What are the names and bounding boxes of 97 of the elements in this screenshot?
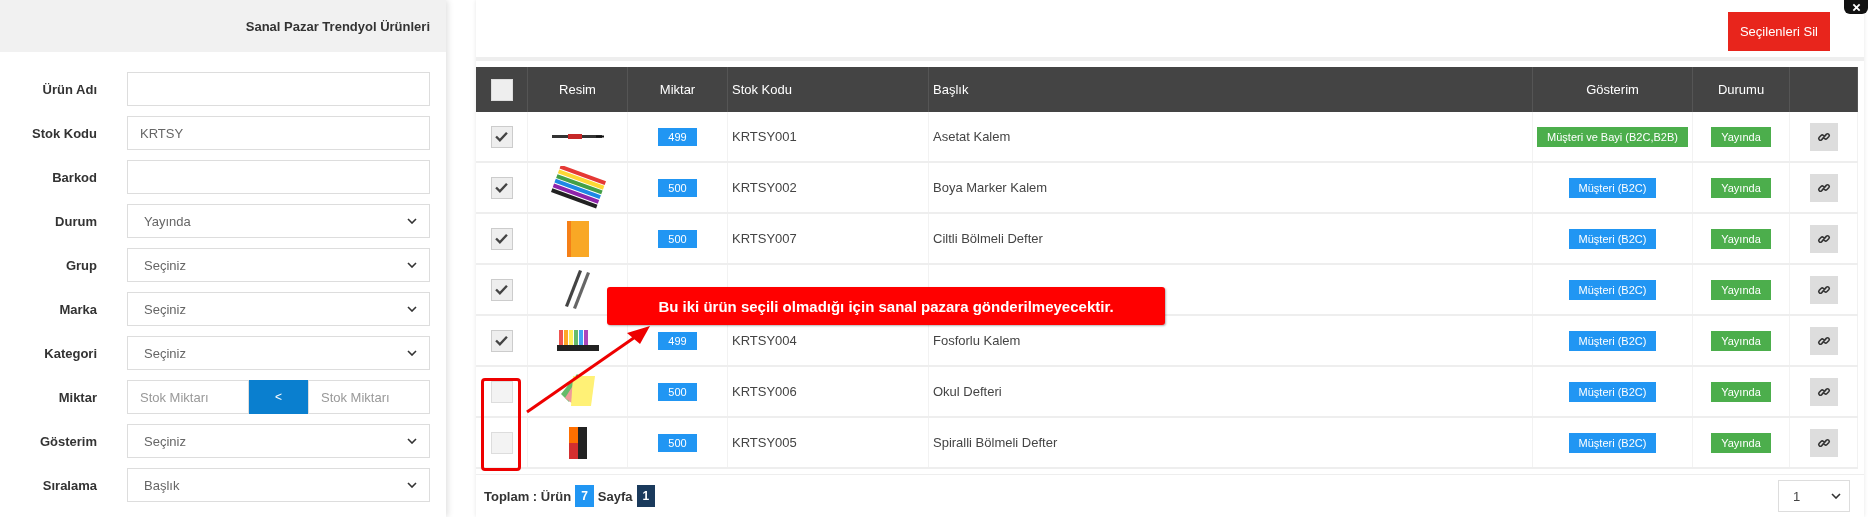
table-cell: Spiralli Bölmeli Defter (933, 435, 1058, 450)
display-badge: Müşteri (B2C) (1568, 177, 1657, 198)
status-badge: Yayında (1711, 279, 1771, 300)
field-label: Sıralama (41, 477, 97, 493)
input-field[interactable] (127, 160, 430, 194)
quantity-badge: 500 (658, 433, 697, 452)
table-cell: Ciltli Bölmeli Defter (933, 231, 1043, 246)
field-label: Marka (58, 301, 97, 317)
link-button[interactable] (1809, 224, 1838, 253)
link-button[interactable] (1809, 377, 1838, 406)
table-cell: KRTSY001 (732, 129, 797, 144)
chevron-icon (407, 350, 417, 356)
table-cell: Okul Defteri (933, 384, 1002, 399)
quantity-badge: 499 (658, 127, 697, 146)
chevron-icon (407, 438, 417, 444)
select-field[interactable]: Yayında (127, 204, 430, 238)
display-badge: Müşteri (B2C) (1568, 381, 1657, 402)
quantity-badge: 500 (658, 229, 697, 248)
chevron-icon (1831, 493, 1841, 499)
field-label: Gösterim (38, 433, 97, 449)
check-icon (495, 335, 508, 346)
checkbox[interactable] (490, 431, 513, 454)
display-badge: Müşteri (B2C) (1568, 432, 1657, 453)
field-label: Durum (54, 213, 97, 229)
page-select[interactable]: 1 (1778, 480, 1850, 512)
field-label: Barkod (51, 169, 97, 185)
status-badge: Yayında (1711, 177, 1771, 198)
delete-selected-button[interactable]: Seçilenleri Sil (1727, 12, 1830, 51)
display-badge: Müşteri (B2C) (1568, 330, 1657, 351)
field-label: Miktar (57, 389, 97, 405)
column-header: Resim (559, 82, 596, 97)
link-button[interactable] (1809, 173, 1838, 202)
check-icon (495, 131, 508, 142)
chevron-icon (407, 306, 417, 312)
chevron-icon (407, 218, 417, 224)
table-cell: KRTSY002 (732, 180, 797, 195)
link-button[interactable] (1809, 428, 1838, 457)
link-button[interactable] (1809, 326, 1838, 355)
checkbox[interactable] (490, 380, 513, 403)
check-icon (495, 182, 508, 193)
display-badge: Müşteri (B2C) (1568, 279, 1657, 300)
status-badge: Yayında (1711, 381, 1771, 402)
checkbox[interactable] (490, 125, 513, 148)
table-cell: KRTSY007 (732, 231, 797, 246)
display-badge: Müşteri ve Bayi (B2C,B2B) (1537, 126, 1688, 147)
quantity-badge: 499 (658, 331, 697, 350)
link-button[interactable] (1809, 122, 1838, 151)
table-cell: KRTSY006 (732, 384, 797, 399)
table-cell: Asetat Kalem (933, 129, 1011, 144)
status-badge: Yayında (1711, 330, 1771, 351)
quantity-badge: 500 (658, 178, 697, 197)
column-header: Stok Kodu (732, 82, 792, 97)
callout: Bu iki ürün seçili olmadığı için sanal pazara gönderilmeyecektir. (607, 287, 1165, 325)
status-badge: Yayında (1711, 432, 1771, 453)
column-header: Başlık (933, 82, 969, 97)
field-label: Ürün Adı (41, 81, 97, 97)
check-icon (495, 233, 508, 244)
quantity-badge: 500 (658, 382, 697, 401)
table-cell: Boya Marker Kalem (933, 180, 1048, 195)
table-cell: Fosforlu Kalem (933, 333, 1021, 348)
column-header: Durumu (1717, 82, 1765, 97)
checkbox[interactable] (490, 278, 513, 301)
select-field[interactable]: Başlık (127, 468, 430, 502)
input-field[interactable]: KRTSY (127, 116, 430, 150)
chevron-icon (407, 262, 417, 268)
panel-title: Sanal Pazar Trendyol Ürünleri (245, 18, 430, 34)
checkbox[interactable] (490, 227, 513, 250)
select-field[interactable]: Seçiniz (127, 292, 430, 326)
input-field[interactable] (127, 72, 430, 106)
chevron-icon (407, 482, 417, 488)
column-header: Miktar (659, 82, 696, 97)
page-label: Sayfa (597, 488, 633, 504)
input-field[interactable]: Stok Miktarı (127, 380, 249, 414)
select-field[interactable]: Seçiniz (127, 424, 430, 458)
display-badge: Müşteri (B2C) (1568, 228, 1657, 249)
count-badge: 7 (575, 485, 594, 507)
column-header: Gösterim (1586, 82, 1639, 97)
close-icon (1851, 2, 1861, 12)
field-label: Kategori (43, 345, 97, 361)
check-icon (495, 284, 508, 295)
select-field[interactable]: Seçiniz (127, 248, 430, 282)
input-field[interactable]: Stok Miktarı (308, 380, 430, 414)
field-label: Stok Kodu (31, 125, 97, 141)
compare-button[interactable]: < (249, 380, 308, 414)
select-field[interactable]: Seçiniz (127, 336, 430, 370)
checkbox[interactable] (490, 78, 513, 101)
checkbox[interactable] (490, 329, 513, 352)
field-label: Grup (64, 257, 97, 273)
checkbox[interactable] (490, 176, 513, 199)
table-cell: KRTSY005 (732, 435, 797, 450)
link-button[interactable] (1809, 275, 1838, 304)
status-badge: Yayında (1711, 228, 1771, 249)
page-badge: 1 (636, 485, 656, 507)
status-badge: Yayında (1711, 126, 1771, 147)
total-label: Toplam : Ürün (484, 488, 572, 504)
close-button[interactable] (1844, 0, 1868, 14)
table-cell: KRTSY004 (732, 333, 797, 348)
